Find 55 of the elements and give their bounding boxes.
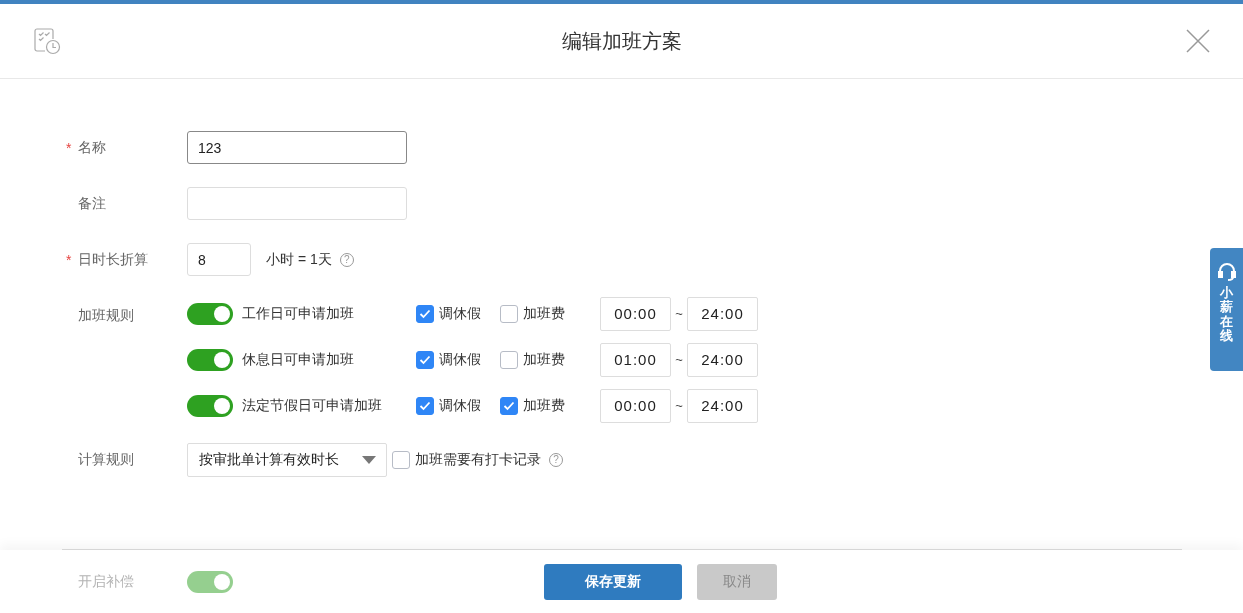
checkbox[interactable] [416, 396, 434, 415]
toggle-switch[interactable] [187, 348, 233, 371]
checkbox[interactable] [416, 350, 434, 369]
time-field[interactable]: 24:00 [687, 388, 758, 423]
checklist-clock-icon [33, 27, 61, 55]
checkbox-label: 调休假 [439, 304, 481, 323]
input-field[interactable] [187, 187, 407, 220]
checkmark-icon [503, 400, 515, 411]
select-dropdown[interactable]: 按审批单计算有效时长 [187, 442, 387, 477]
range-separator: ~ [674, 352, 684, 367]
checkbox[interactable] [416, 304, 434, 323]
field-label: 名称 [78, 139, 106, 157]
checkbox[interactable] [500, 396, 518, 415]
headset-icon [1216, 262, 1237, 282]
checkbox-label: 加班费 [523, 304, 565, 323]
checkbox-label: 调休假 [439, 350, 481, 369]
checkbox[interactable] [500, 304, 518, 323]
checkbox-label: 加班需要有打卡记录 [415, 450, 541, 469]
time-field[interactable]: 00:00 [600, 296, 671, 331]
required-mark: * [66, 140, 73, 156]
time-field[interactable]: 24:00 [687, 296, 758, 331]
field-label: 备注 [78, 195, 106, 213]
checkbox-label: 加班费 [523, 350, 565, 369]
checkbox-label: 加班费 [523, 396, 565, 415]
close-icon[interactable] [1186, 29, 1210, 53]
unit-label: 小时 = 1天 [266, 250, 332, 269]
rule-label: 工作日可申请加班 [242, 304, 355, 323]
checkmark-icon [419, 308, 431, 319]
range-separator: ~ [674, 398, 684, 413]
field-label: 开启补偿 [78, 572, 135, 591]
toggle-switch[interactable] [187, 570, 233, 593]
checkmark-icon [419, 354, 431, 365]
dialog-title: 编辑加班方案 [561, 28, 682, 54]
toggle-switch[interactable] [187, 302, 233, 325]
field-label: 日时长折算 [78, 251, 148, 269]
rule-label: 休息日可申请加班 [242, 350, 355, 369]
checkbox[interactable] [392, 450, 410, 469]
range-separator: ~ [674, 306, 684, 321]
checkbox-label: 调休假 [439, 396, 481, 415]
save-button[interactable]: 保存更新 [544, 563, 682, 600]
input-field[interactable]: 8 [187, 243, 251, 276]
time-field[interactable]: 00:00 [600, 388, 671, 423]
caret-icon [362, 455, 376, 464]
field-label: 加班规则 [78, 307, 134, 325]
side-tab[interactable]: 小薪在线 [1210, 248, 1243, 371]
checkbox[interactable] [500, 350, 518, 369]
toggle-switch[interactable] [187, 394, 233, 417]
input-field[interactable]: 123 [187, 131, 407, 164]
time-field[interactable]: 01:00 [600, 342, 671, 377]
side-tab-label: 小薪在线 [1220, 286, 1233, 344]
required-mark: * [66, 252, 73, 268]
time-field[interactable]: 24:00 [687, 342, 758, 377]
field-label: 计算规则 [78, 451, 134, 469]
checkmark-icon [419, 400, 431, 411]
rule-label: 法定节假日可申请加班 [242, 396, 383, 415]
